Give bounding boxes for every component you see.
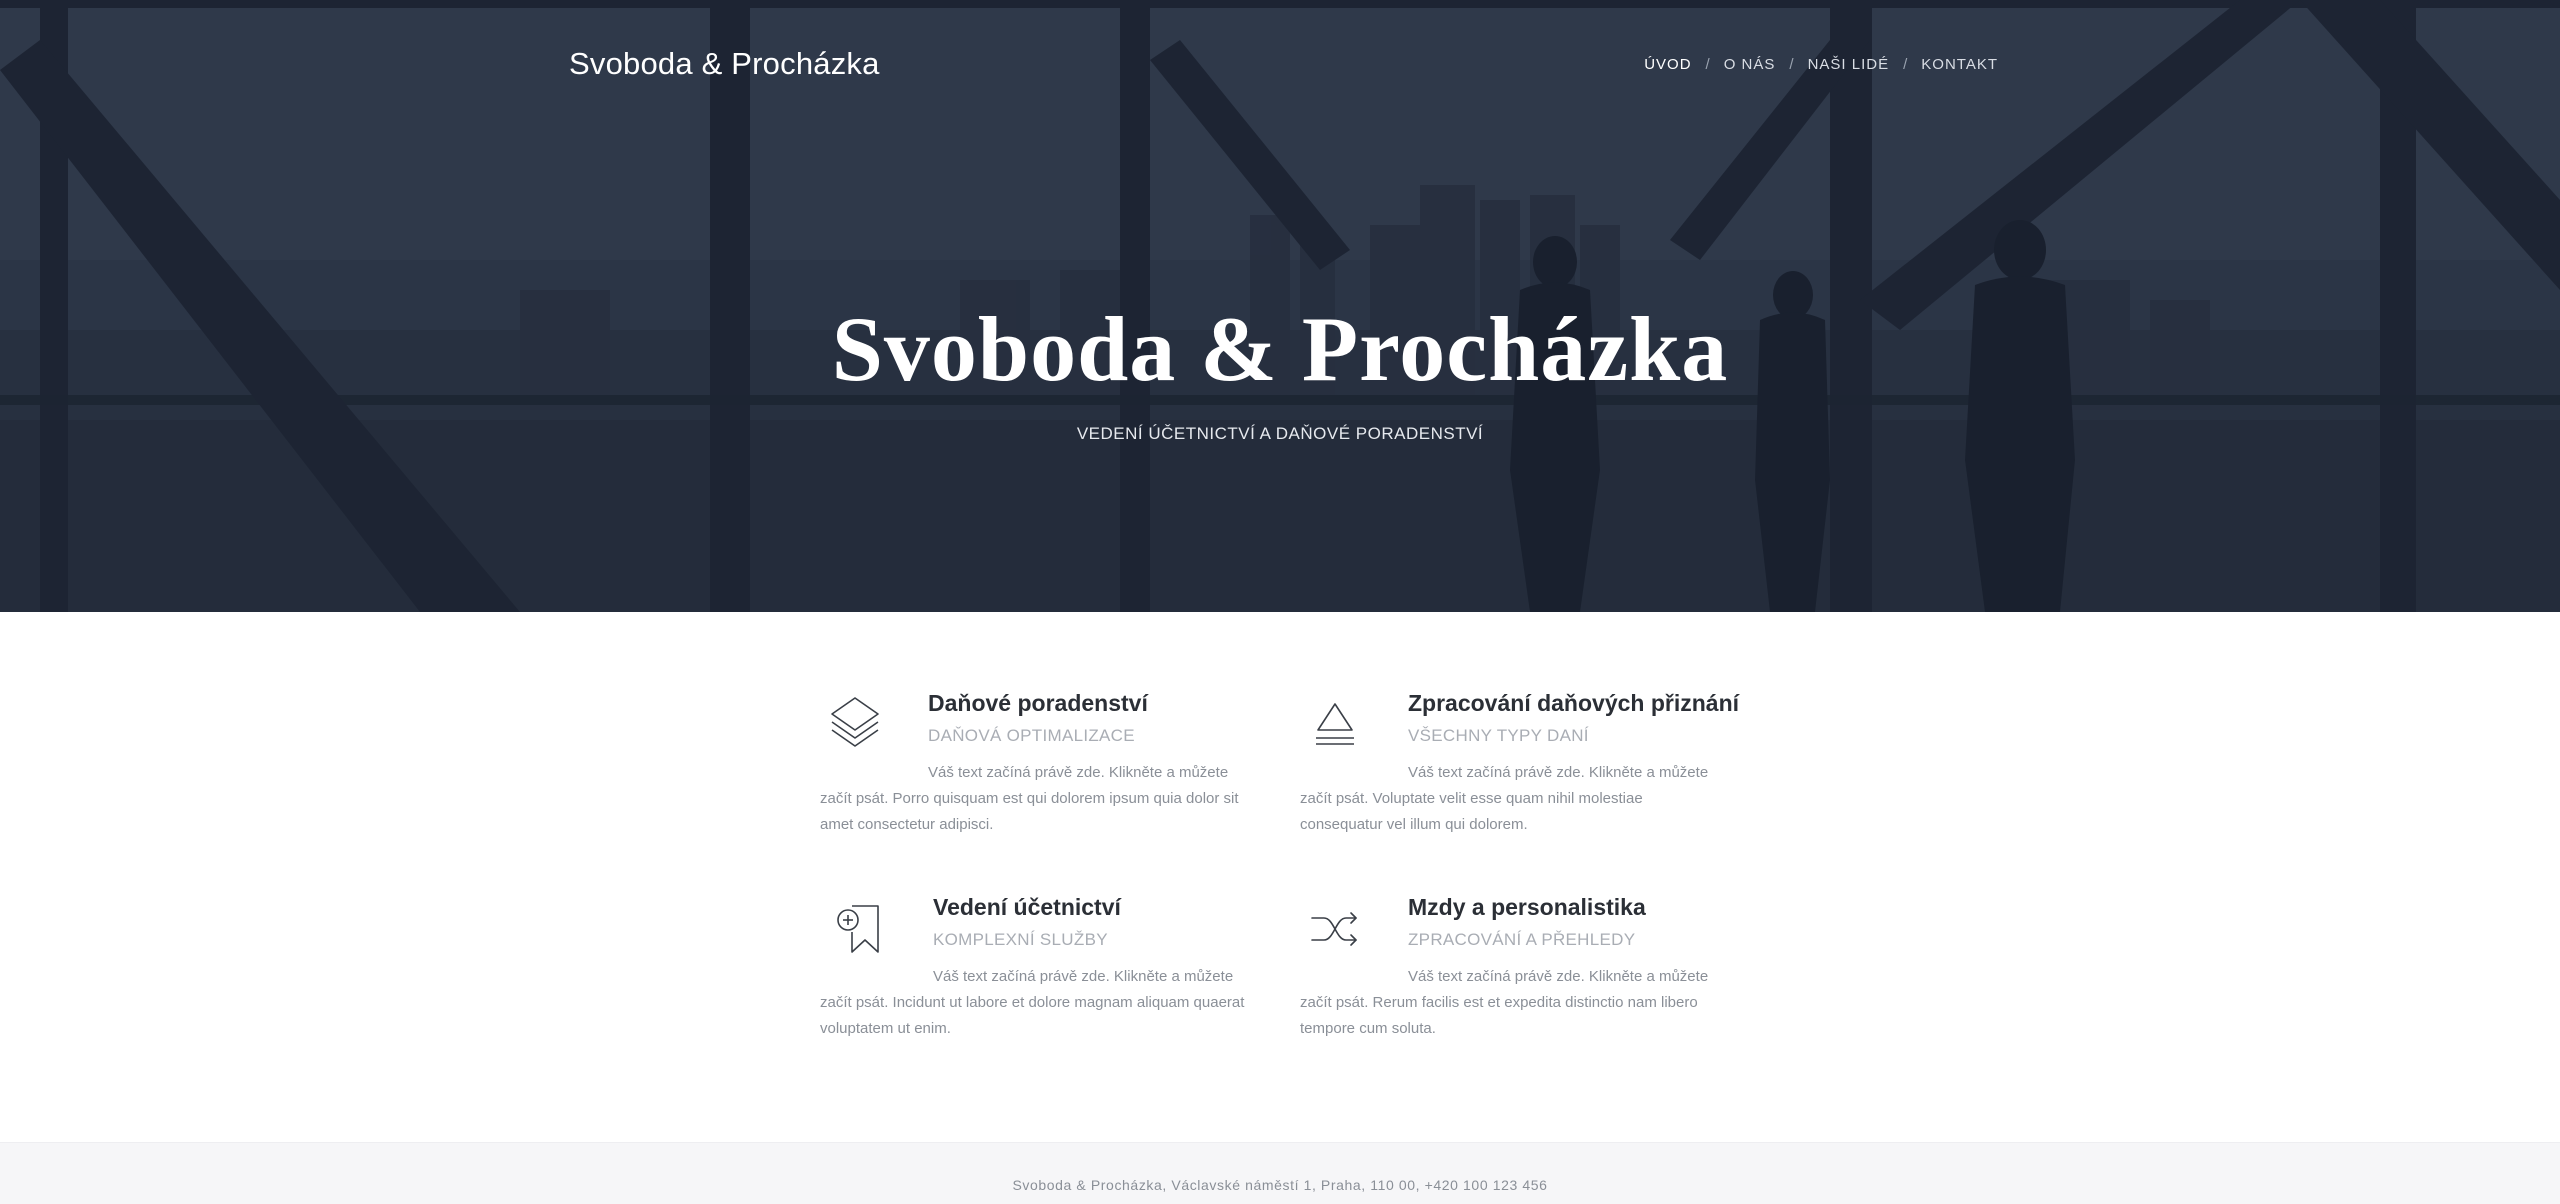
nav-separator: / [1705,56,1710,73]
service-subtitle: KOMPLEXNÍ SLUŽBY [933,930,1108,949]
service-title: Zpracování daňových přiznání [1408,690,1740,716]
services-section: Daňové poradenství DAŇOVÁ OPTIMALIZACE V… [0,612,2560,1142]
service-title: Mzdy a personalistika [1408,894,1646,920]
nav-item-o-nas[interactable]: O NÁS [1724,56,1776,73]
service-title: Daňové poradenství [928,690,1148,716]
bookmark-plus-icon [837,905,879,953]
nav-item-nasi-lide[interactable]: NAŠI LIDÉ [1808,56,1890,73]
brand-logo[interactable]: Svoboda & Procházka [569,46,880,82]
shuffle-icon [1311,912,1357,946]
service-subtitle: ZPRACOVÁNÍ A PŘEHLEDY [1408,930,1636,949]
service-description: Váš text začíná právě zde. Klikněte a mů… [1300,968,1709,1037]
hero-title: Svoboda & Procházka [831,298,1729,400]
service-description: Váš text začíná právě zde. Klikněte a mů… [820,764,1239,833]
service-title: Vedení účetnictví [933,894,1121,920]
footer: Svoboda & Procházka, Václavské náměstí 1… [0,1142,2560,1204]
service-subtitle: VŠECHNY TYPY DANÍ [1408,726,1589,745]
nav-separator: / [1789,56,1794,73]
service-subtitle: DAŇOVÁ OPTIMALIZACE [928,726,1135,745]
hero-section: Svoboda & Procházka ÚVOD / O NÁS / NAŠI … [0,0,2560,612]
nav-item-kontakt[interactable]: KONTAKT [1921,56,1998,73]
eject-icon [1316,703,1354,745]
main-nav: ÚVOD / O NÁS / NAŠI LIDÉ / KONTAKT [1644,56,1998,73]
hero-subtitle: VEDENÍ ÚČETNICTVÍ A DAŇOVÉ PORADENSTVÍ [1076,424,1484,443]
service-description: Váš text začíná právě zde. Klikněte a mů… [820,968,1245,1037]
layers-icon [831,697,879,747]
nav-separator: / [1903,56,1908,73]
nav-item-uvod[interactable]: ÚVOD [1644,56,1691,73]
service-description: Váš text začíná právě zde. Klikněte a mů… [1300,764,1709,833]
footer-contact-text: Svoboda & Procházka, Václavské náměstí 1… [1012,1177,1548,1193]
